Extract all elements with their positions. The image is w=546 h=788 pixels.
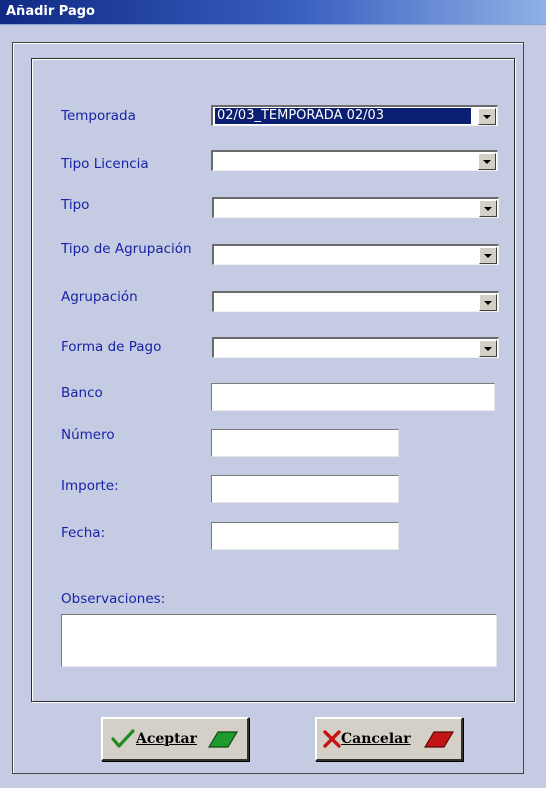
importe-input[interactable]	[211, 475, 399, 503]
agrupacion-select[interactable]	[212, 291, 499, 312]
importe-label: Importe:	[61, 478, 119, 494]
accept-button[interactable]: Aceptar	[101, 717, 249, 761]
temporada-selected-value: 02/03_TEMPORADA 02/03	[215, 108, 471, 124]
fecha-input[interactable]	[211, 522, 399, 550]
temporada-label: Temporada	[61, 108, 136, 124]
x-icon	[323, 730, 341, 748]
check-icon	[111, 729, 135, 748]
chevron-down-icon[interactable]	[479, 247, 497, 264]
agrupacion-label: Agrupación	[61, 289, 138, 305]
cancel-button-label: Cancelar	[341, 731, 411, 747]
numero-label: Número	[61, 427, 115, 443]
fecha-label: Fecha:	[61, 525, 106, 541]
tipo-licencia-label: Tipo Licencia	[61, 156, 149, 172]
window-title: Añadir Pago	[6, 4, 95, 19]
red-brush-icon	[423, 731, 455, 748]
observaciones-label: Observaciones:	[61, 591, 166, 607]
tipo-agrupacion-selected-value	[216, 247, 472, 263]
tipo-label: Tipo	[61, 197, 90, 213]
tipo-licencia-select[interactable]	[211, 150, 498, 171]
banco-input[interactable]	[211, 383, 495, 411]
chevron-down-icon[interactable]	[478, 153, 496, 170]
tipo-select[interactable]	[212, 197, 499, 218]
forma-pago-selected-value	[216, 340, 472, 356]
cancel-button[interactable]: Cancelar	[315, 717, 463, 761]
chevron-down-icon[interactable]	[479, 200, 497, 217]
forma-pago-select[interactable]	[212, 337, 499, 358]
observaciones-textarea[interactable]	[61, 614, 497, 667]
agrupacion-selected-value	[216, 294, 472, 310]
chevron-down-icon[interactable]	[478, 108, 496, 125]
title-bar: Añadir Pago	[0, 0, 546, 25]
forma-pago-label: Forma de Pago	[61, 339, 162, 355]
temporada-select[interactable]: 02/03_TEMPORADA 02/03	[211, 105, 498, 126]
tipo-agrupacion-select[interactable]	[212, 244, 499, 265]
banco-label: Banco	[61, 385, 103, 401]
tipo-licencia-selected-value	[215, 153, 471, 169]
chevron-down-icon[interactable]	[479, 294, 497, 311]
green-brush-icon	[207, 731, 239, 748]
chevron-down-icon[interactable]	[479, 340, 497, 357]
tipo-agrupacion-label: Tipo de Agrupación	[61, 241, 192, 257]
numero-input[interactable]	[211, 429, 399, 457]
tipo-selected-value	[216, 200, 472, 216]
accept-button-label: Aceptar	[136, 731, 197, 747]
